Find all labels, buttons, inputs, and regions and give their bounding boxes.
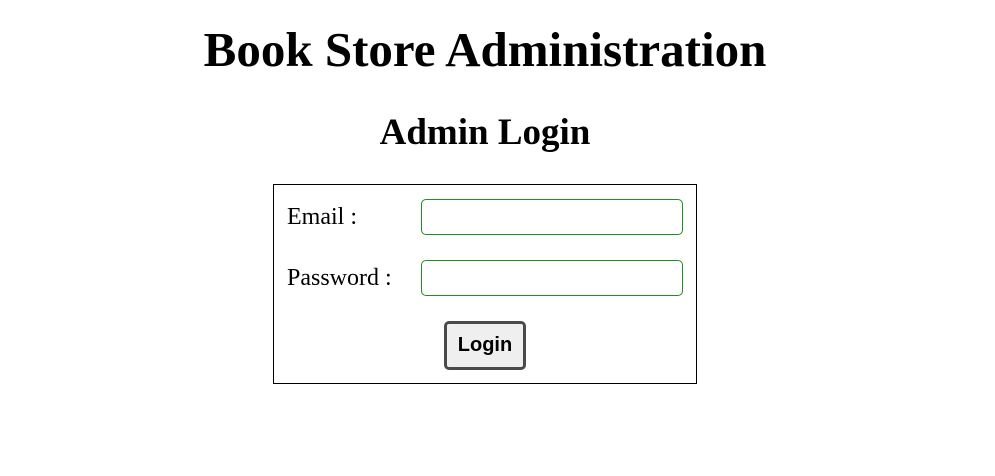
password-field[interactable] <box>421 260 683 296</box>
login-form: Email : Password : Login <box>273 184 697 384</box>
email-label: Email : <box>287 204 357 230</box>
login-button[interactable]: Login <box>444 321 526 370</box>
site-title: Book Store Administration <box>203 22 767 77</box>
page-title: Admin Login <box>379 112 591 153</box>
email-field[interactable] <box>421 199 683 235</box>
password-label: Password : <box>287 265 392 291</box>
